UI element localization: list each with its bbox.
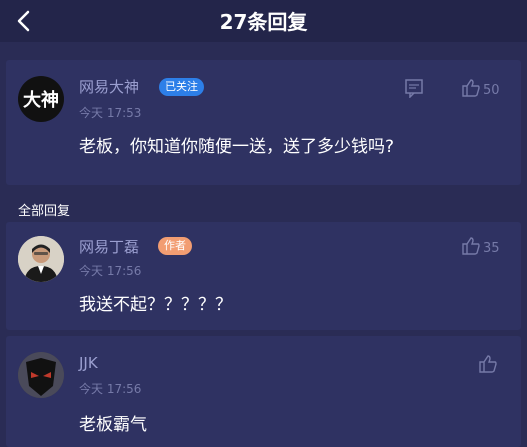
avatar[interactable]: 大神 (18, 76, 64, 122)
reply-time: 今天 17:56 (79, 264, 142, 278)
reply-time: 今天 17:56 (79, 382, 142, 396)
like-button[interactable]: 35 (461, 236, 500, 260)
reply-card: 网易丁磊 作者 今天 17:56 我送不起？？？？？ 35 (6, 222, 521, 330)
like-button[interactable] (478, 354, 498, 378)
main-post-card: 大神 网易大神 已关注 今天 17:53 老板，你知道你随便一送，送了多少钱吗?… (6, 60, 521, 185)
all-replies-label: 全部回复 (18, 204, 71, 219)
reply-content: 老板霸气 (79, 415, 147, 435)
post-author-name[interactable]: 网易大神 (79, 76, 139, 97)
reply-content: 我送不起？？？？？ (79, 295, 232, 315)
post-content: 老板，你知道你随便一送，送了多少钱吗? (79, 137, 395, 157)
top-bar: 27条回复 (0, 0, 527, 42)
like-button[interactable]: 50 (461, 78, 500, 102)
post-time: 今天 17:53 (79, 106, 142, 120)
avatar[interactable] (18, 352, 64, 398)
like-count: 35 (483, 240, 500, 256)
avatar[interactable] (18, 236, 64, 282)
like-count: 50 (483, 82, 500, 98)
reply-author-name[interactable]: JJK (79, 354, 98, 372)
avatar-logo-text: 大神 (23, 90, 59, 111)
comment-icon[interactable] (404, 78, 424, 102)
following-badge[interactable]: 已关注 (159, 78, 204, 96)
page-title: 27条回复 (219, 10, 308, 34)
reply-card: JJK 今天 17:56 老板霸气 (6, 336, 521, 447)
thumbs-up-icon (478, 354, 498, 378)
author-badge: 作者 (158, 237, 192, 255)
reply-author-name[interactable]: 网易丁磊 (79, 236, 139, 257)
thumbs-up-icon (461, 236, 481, 260)
thumbs-up-icon (461, 78, 481, 102)
